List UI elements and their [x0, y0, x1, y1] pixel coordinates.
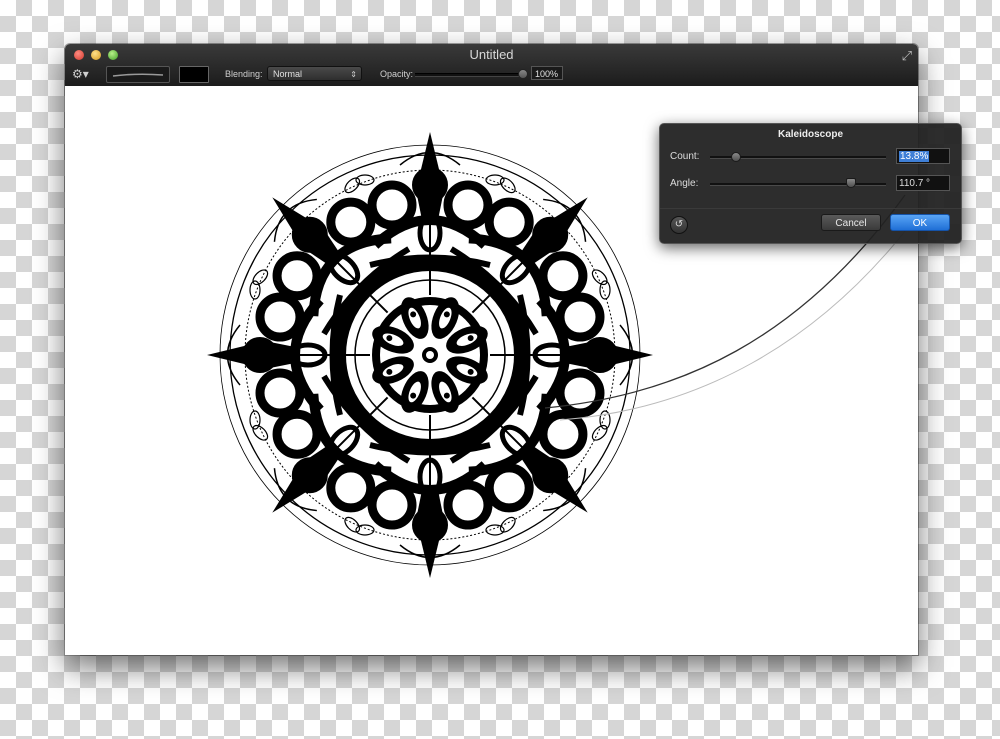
angle-value: 110.7 °: [899, 178, 931, 189]
angle-label: Angle:: [670, 178, 699, 189]
canvas-artwork: [0, 0, 926, 739]
kaleidoscope-panel: Kaleidoscope Count: 13.8% Angle: 110.7 °…: [659, 123, 962, 244]
panel-title: Kaleidoscope: [777, 129, 844, 140]
angle-field[interactable]: 110.7 °: [896, 175, 950, 191]
count-field[interactable]: 13.8%: [896, 148, 950, 164]
ok-button[interactable]: OK: [890, 214, 950, 231]
reset-icon[interactable]: ↺: [670, 216, 688, 234]
panel-divider: [660, 208, 961, 209]
angle-slider-track[interactable]: [710, 183, 886, 186]
count-slider-knob[interactable]: [731, 152, 741, 162]
count-label: Count:: [670, 151, 700, 162]
cancel-button[interactable]: Cancel: [821, 214, 881, 231]
angle-slider-knob[interactable]: [846, 178, 856, 188]
count-value: 13.8%: [899, 151, 930, 162]
